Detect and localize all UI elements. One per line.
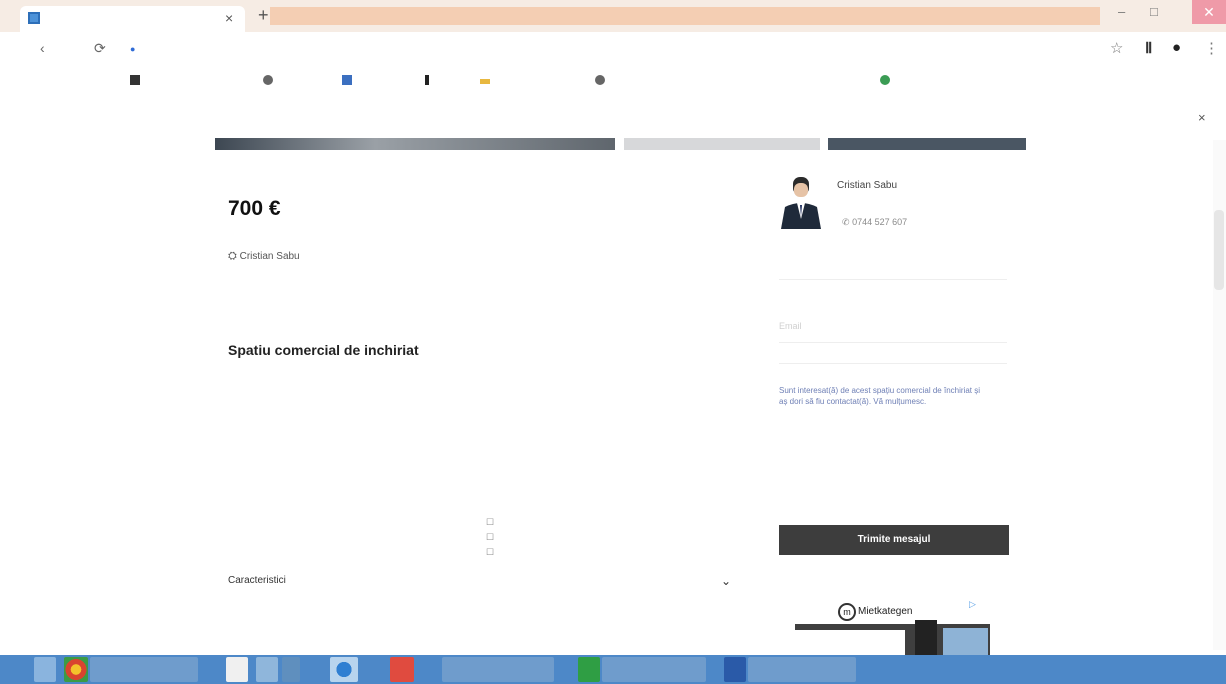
pause-icon[interactable]: Ⅱ [1145,39,1152,57]
name-field[interactable] [779,250,1007,280]
taskbar-window[interactable] [442,657,554,682]
bookmark-item[interactable] [595,75,611,87]
reload-button[interactable]: ⟳ [94,40,106,57]
bookmark-icon [425,75,429,85]
chrome-icon[interactable] [64,657,88,682]
user-icon: ⛭ [228,250,237,262]
phone-icon: ✆ [842,217,850,227]
contact-phone[interactable]: ✆ 0744 527 607 [842,217,907,228]
tab-favicon-icon [28,12,40,24]
ad-brand[interactable]: Mietkategen [858,606,912,617]
bookmarks-bar [0,66,1226,96]
agent-link-label: Cristian Sabu [239,251,300,262]
bookmark-item[interactable] [880,75,896,87]
bookmark-icon [342,75,352,85]
ad-image-part [943,628,988,658]
phone-field[interactable] [779,326,1007,364]
taskbar [0,655,1226,684]
info-bar: × [0,104,1226,132]
listing-photo-strip[interactable] [215,138,615,150]
chevron-down-icon[interactable]: ⌄ [721,574,731,588]
title-bar-strip [270,7,1100,25]
characteristics-header[interactable]: Caracteristici [228,575,286,586]
lock-icon: ● [130,44,136,54]
send-message-button[interactable]: Trimite mesajul [779,525,1009,555]
back-button[interactable]: ‹ [40,40,45,56]
info-bar-close-icon[interactable]: × [1198,110,1206,125]
scrollbar-thumb[interactable] [1214,210,1224,290]
folder-icon[interactable] [282,657,300,682]
home-icon[interactable] [226,657,248,682]
message-textarea[interactable]: Sunt interesat(ă) de acest spațiu comerc… [779,385,989,407]
bookmark-icon [263,75,273,85]
bookmark-item[interactable] [480,75,496,86]
bookmark-item[interactable] [342,75,358,87]
maximize-button[interactable]: □ [1150,4,1158,19]
minimize-button[interactable]: – [1118,4,1125,19]
start-button[interactable] [34,657,56,682]
bookmark-item[interactable] [425,75,435,87]
ad-choices-icon[interactable]: ▷ [969,599,976,610]
ie-icon[interactable] [330,657,358,682]
ad-image-part [915,620,937,658]
acrobat-icon[interactable] [390,657,414,682]
word-icon[interactable] [724,657,746,682]
window-close-button[interactable]: ✕ [1192,0,1226,24]
browser-tab[interactable]: × [20,6,245,32]
menu-kebab-icon[interactable]: ⋮ [1204,39,1219,57]
bookmark-icon [480,79,490,84]
message-text: Sunt interesat(ă) de acest spațiu comerc… [779,386,980,406]
tab-close-icon[interactable]: × [225,10,233,26]
browser-title-bar: × + – □ ✕ [0,0,1226,32]
agent-link[interactable]: ⛭ Cristian Sabu [228,250,300,263]
listing-title: Spatiu comercial de inchiriat [228,342,419,358]
contact-phone-number: 0744 527 607 [852,217,908,227]
excel-icon[interactable] [578,657,600,682]
listing-price: 700 € [228,197,281,220]
listing-photo-strip[interactable] [624,138,820,150]
ad-logo-icon[interactable]: m [838,603,856,621]
folder-icon[interactable] [256,657,278,682]
bookmark-item[interactable] [130,75,146,87]
address-bar: ‹ ⟳ ● ☆ Ⅱ ● ⋮ [0,32,1226,66]
bookmark-star-icon[interactable]: ☆ [1110,39,1123,57]
bookmark-icon [880,75,890,85]
taskbar-window[interactable] [602,657,706,682]
property-value-list: ☐ ☐ ☐ [486,517,495,557]
new-tab-button[interactable]: + [258,5,269,26]
bookmark-icon [595,75,605,85]
listing-photo-strip[interactable] [828,138,1026,150]
bookmark-icon [130,75,140,85]
profile-icon[interactable]: ● [1172,39,1181,56]
bookmark-item[interactable] [263,75,279,87]
taskbar-window[interactable] [748,657,856,682]
agent-avatar [779,175,823,229]
taskbar-window-chrome[interactable] [90,657,198,682]
contact-agent-name: Cristian Sabu [837,180,898,191]
